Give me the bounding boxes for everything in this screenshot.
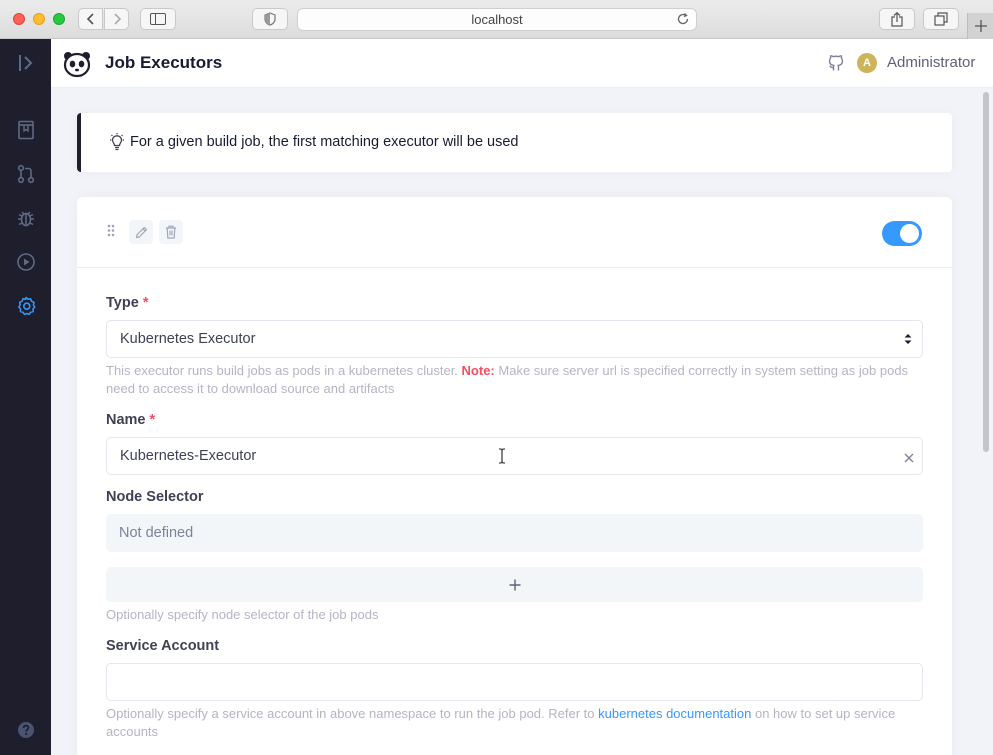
service-account-hint: Optionally specify a service account in … [106,705,916,741]
settings-icon [17,296,36,316]
back-button[interactable] [78,8,103,30]
forward-button[interactable] [104,8,129,30]
node-selector-label: Node Selector [106,489,204,505]
executor-card: Type * Kubernetes Executor This executor… [77,197,952,755]
sidebar-item-settings[interactable] [0,288,51,324]
new-tab-button[interactable] [967,13,993,39]
text-cursor-icon [498,448,506,468]
shield-icon [264,12,276,26]
tip-text: For a given build job, the first matchin… [130,134,519,150]
minimize-window-button[interactable] [33,13,45,25]
name-label-text: Name [106,412,146,428]
service-account-label: Service Account [106,638,220,654]
page-title: Job Executors [105,53,223,72]
tabs-overview-button[interactable] [923,8,959,30]
pull-requests-icon [17,164,34,184]
tip-banner: For a given build job, the first matchin… [77,113,952,172]
delete-button[interactable] [159,220,183,244]
close-window-button[interactable] [13,13,25,25]
type-hint-prefix: This executor runs build jobs as pods in… [106,363,458,378]
close-icon [904,453,914,463]
toggle-sidebar-icon [18,55,32,71]
service-account-hint-prefix: Optionally specify a service account in … [106,706,595,721]
sidebar-icon [150,13,166,25]
zoom-window-button[interactable] [53,13,65,25]
lightbulb-icon [109,133,125,156]
reload-icon [677,13,689,25]
sidebar-item-builds[interactable] [0,244,51,280]
type-select[interactable]: Kubernetes Executor [106,320,923,358]
type-label: Type * [106,295,148,311]
type-hint: This executor runs build jobs as pods in… [106,362,916,398]
node-selector-empty: Not defined [106,514,923,552]
trash-icon [166,225,176,239]
reload-button[interactable] [676,12,690,29]
address-bar[interactable]: localhost [297,8,697,31]
chevron-right-icon [113,13,121,25]
name-input[interactable]: Kubernetes-Executor [106,437,923,475]
enable-toggle[interactable] [882,221,922,246]
plus-icon [509,579,520,590]
projects-icon [17,120,34,140]
tabs-icon [934,12,948,26]
builds-icon [16,253,35,271]
required-mark: * [149,412,156,428]
sidebar-item-pull-requests[interactable] [0,156,51,192]
user-name[interactable]: Administrator [887,54,975,71]
plus-icon [974,20,987,32]
page-header: Job Executors A Administrator [51,39,993,88]
kubernetes-docs-link[interactable]: kubernetes documentation [598,706,751,721]
sidebar-item-issues[interactable] [0,200,51,236]
share-icon [891,11,903,27]
sidebar-toggle-button[interactable] [140,8,176,30]
name-input-value: Kubernetes-Executor [120,448,257,464]
type-select-value: Kubernetes Executor [120,331,256,347]
sidebar-item-projects[interactable] [0,112,51,148]
select-arrows-icon [904,333,912,349]
executor-card-header [77,197,952,268]
name-label: Name * [106,412,155,428]
help-icon [17,722,34,738]
onedev-logo[interactable] [62,49,92,79]
add-node-selector-button[interactable] [106,567,923,602]
privacy-report-button[interactable] [252,8,288,30]
share-button[interactable] [879,8,915,30]
service-account-input[interactable] [106,663,923,701]
chevron-left-icon [86,13,94,25]
toggle-knob [900,224,919,243]
edit-button[interactable] [129,220,153,244]
sidebar [0,39,51,755]
url-text: localhost [471,12,523,27]
scrollbar-thumb[interactable] [983,92,989,452]
sidebar-toggle[interactable] [0,45,51,81]
type-hint-note: Note: [461,363,495,378]
drag-handle-icon[interactable] [107,224,115,242]
github-link[interactable] [827,54,845,77]
browser-toolbar: localhost [0,0,993,39]
issues-icon [17,211,34,227]
avatar[interactable]: A [857,53,877,73]
github-icon [828,55,844,71]
logo-icon [63,52,91,78]
node-selector-hint: Optionally specify node selector of the … [106,607,379,622]
clear-input-button[interactable] [904,451,914,467]
required-mark: * [142,295,149,311]
sidebar-item-help[interactable] [0,712,51,748]
pencil-icon [135,226,147,238]
type-label-text: Type [106,295,139,311]
